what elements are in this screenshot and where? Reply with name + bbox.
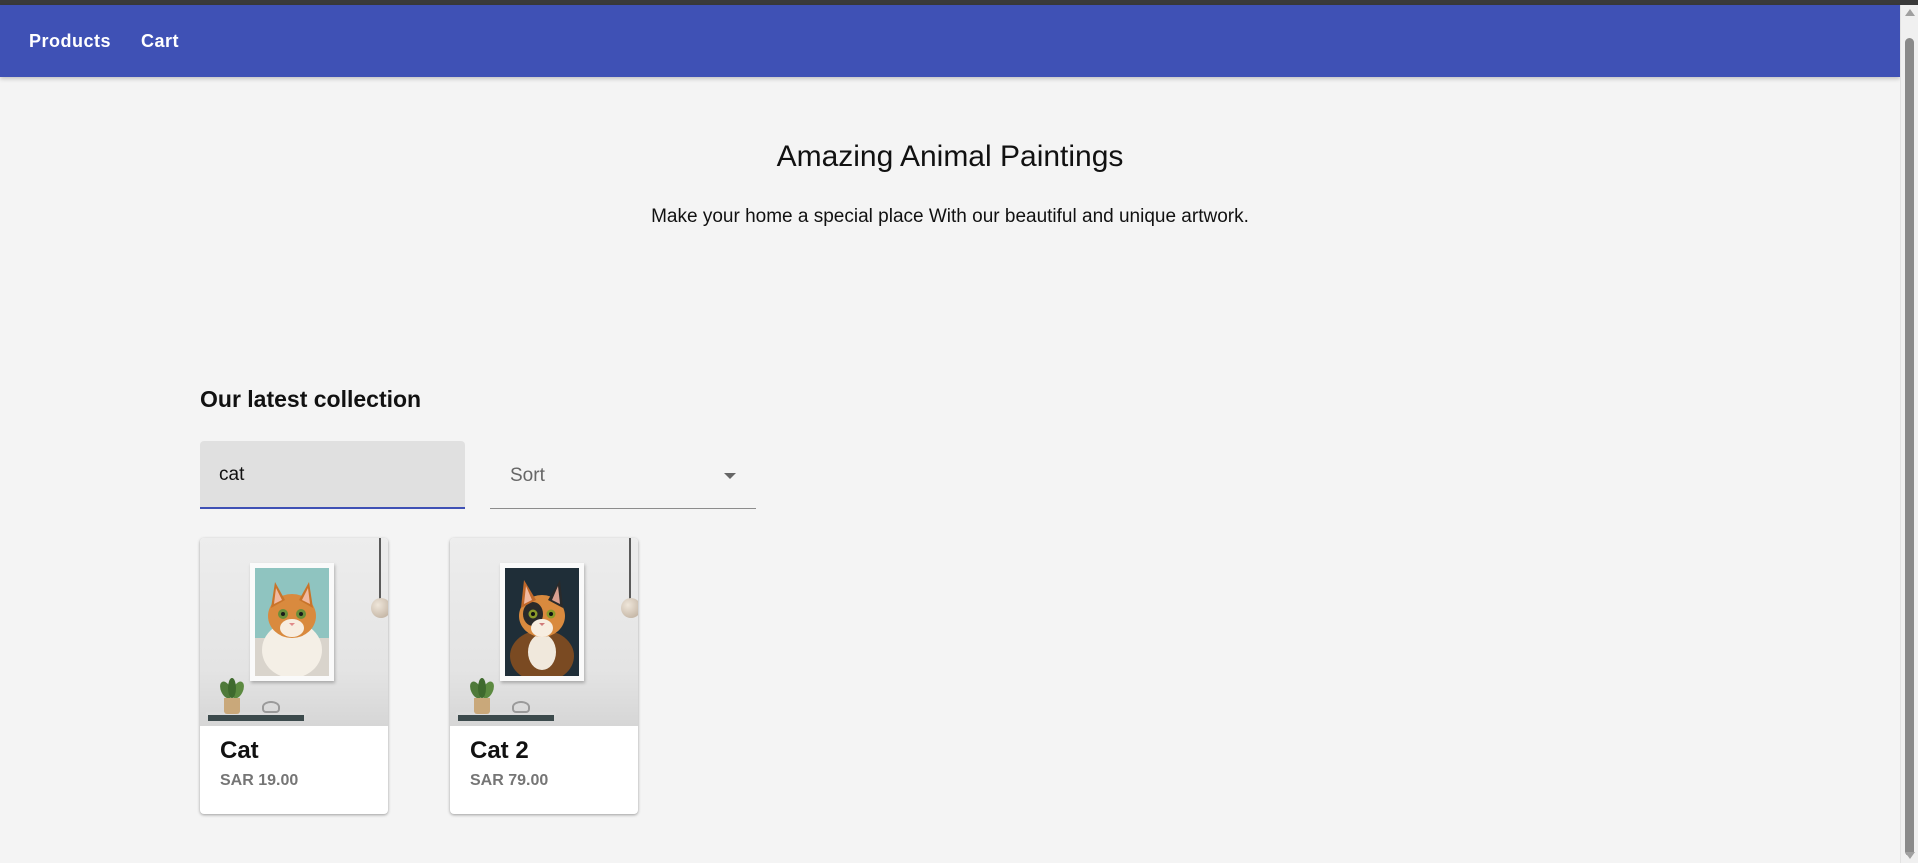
cat-painting-image [505, 568, 579, 676]
vase-icon [262, 701, 280, 713]
top-navbar: Products Cart [0, 5, 1900, 77]
product-price: SAR 79.00 [470, 772, 549, 789]
search-input[interactable] [219, 461, 449, 489]
lamp-shade [371, 598, 388, 618]
plant-pot [224, 698, 240, 714]
lamp-shade [621, 598, 638, 618]
nav-link-cart[interactable]: Cart [129, 21, 191, 62]
product-price: SAR 19.00 [220, 772, 299, 789]
hero-title: Amazing Animal Paintings [776, 140, 1124, 173]
product-image [200, 538, 388, 726]
lamp-wire [379, 538, 381, 600]
painting-frame [250, 563, 334, 681]
chevron-down-icon [724, 473, 736, 479]
product-name: Cat 2 [470, 737, 529, 764]
nav-link-products[interactable]: Products [17, 21, 123, 62]
shelf-base [458, 715, 554, 721]
lamp-wire [629, 538, 631, 600]
product-image [450, 538, 638, 726]
product-card[interactable]: Cat SAR 19.00 [200, 538, 388, 814]
product-name: Cat [220, 737, 259, 764]
sort-label: Sort [510, 465, 545, 486]
collection-title: Our latest collection [200, 386, 422, 412]
painting-frame [500, 563, 584, 681]
sort-select[interactable]: Sort [490, 441, 756, 509]
scroll-up-icon[interactable] [1905, 9, 1915, 16]
page-scrollbar[interactable] [1900, 5, 1918, 863]
product-card[interactable]: Cat 2 SAR 79.00 [450, 538, 638, 814]
scroll-thumb[interactable] [1905, 38, 1914, 856]
vase-icon [512, 701, 530, 713]
hero-subtitle: Make your home a special place With our … [651, 206, 1249, 227]
plant-pot [474, 698, 490, 714]
scroll-down-icon[interactable] [1905, 852, 1915, 859]
cat-painting-image [255, 568, 329, 676]
shelf-base [208, 715, 304, 721]
search-field[interactable] [200, 441, 465, 509]
